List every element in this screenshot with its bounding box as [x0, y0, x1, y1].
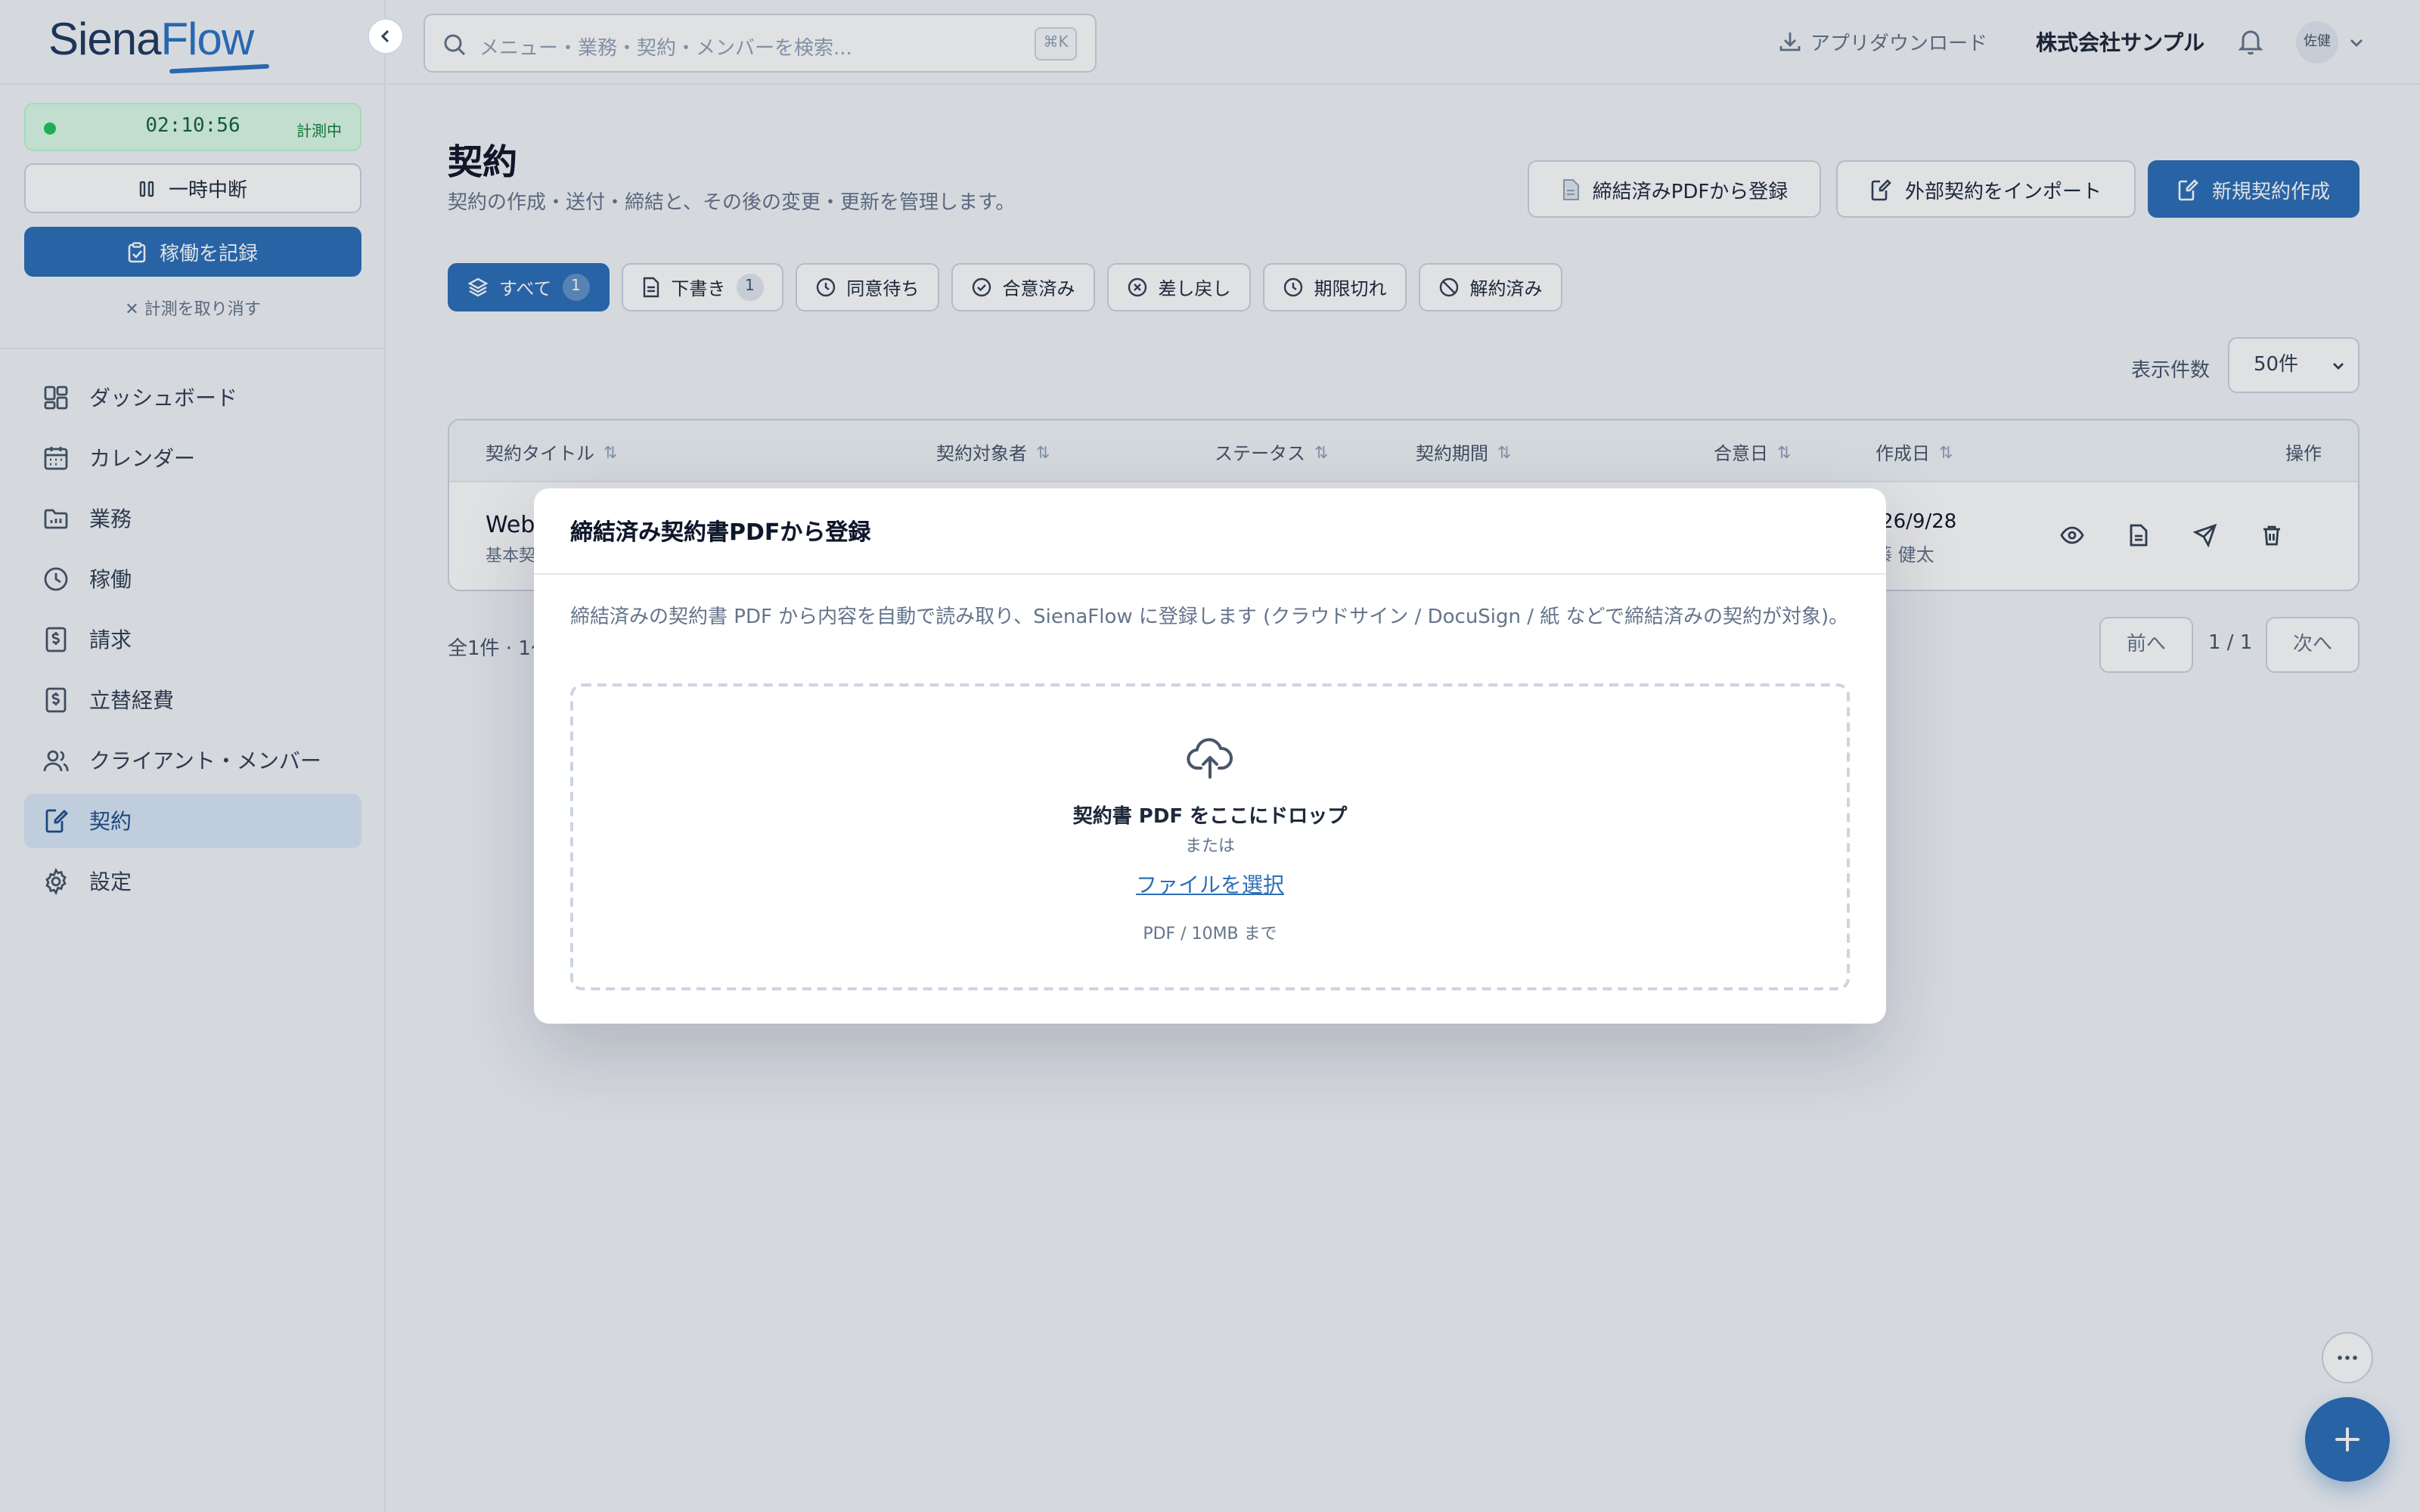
- chevron-left-icon: [380, 29, 389, 43]
- modal-title: 締結済み契約書PDFから登録: [570, 519, 871, 546]
- dropzone-title: 契約書 PDF をここにドロップ: [1072, 806, 1348, 829]
- collapse-sidebar-button[interactable]: [368, 18, 404, 54]
- cloud-upload-icon: [1187, 738, 1233, 779]
- pdf-dropzone[interactable]: 契約書 PDF をここにドロップ または ファイルを選択 PDF / 10MB …: [570, 683, 1850, 990]
- register-pdf-modal: 締結済み契約書PDFから登録 締結済みの契約書 PDF から内容を自動で読み取り…: [534, 488, 1886, 1024]
- file-limit-note: PDF / 10MB まで: [1143, 924, 1277, 943]
- dropzone-or: または: [1185, 836, 1235, 856]
- modal-description: 締結済みの契約書 PDF から内容を自動で読み取り、SienaFlow に登録し…: [570, 606, 1849, 629]
- divider: [534, 573, 1886, 575]
- choose-file-link[interactable]: ファイルを選択: [573, 869, 1847, 900]
